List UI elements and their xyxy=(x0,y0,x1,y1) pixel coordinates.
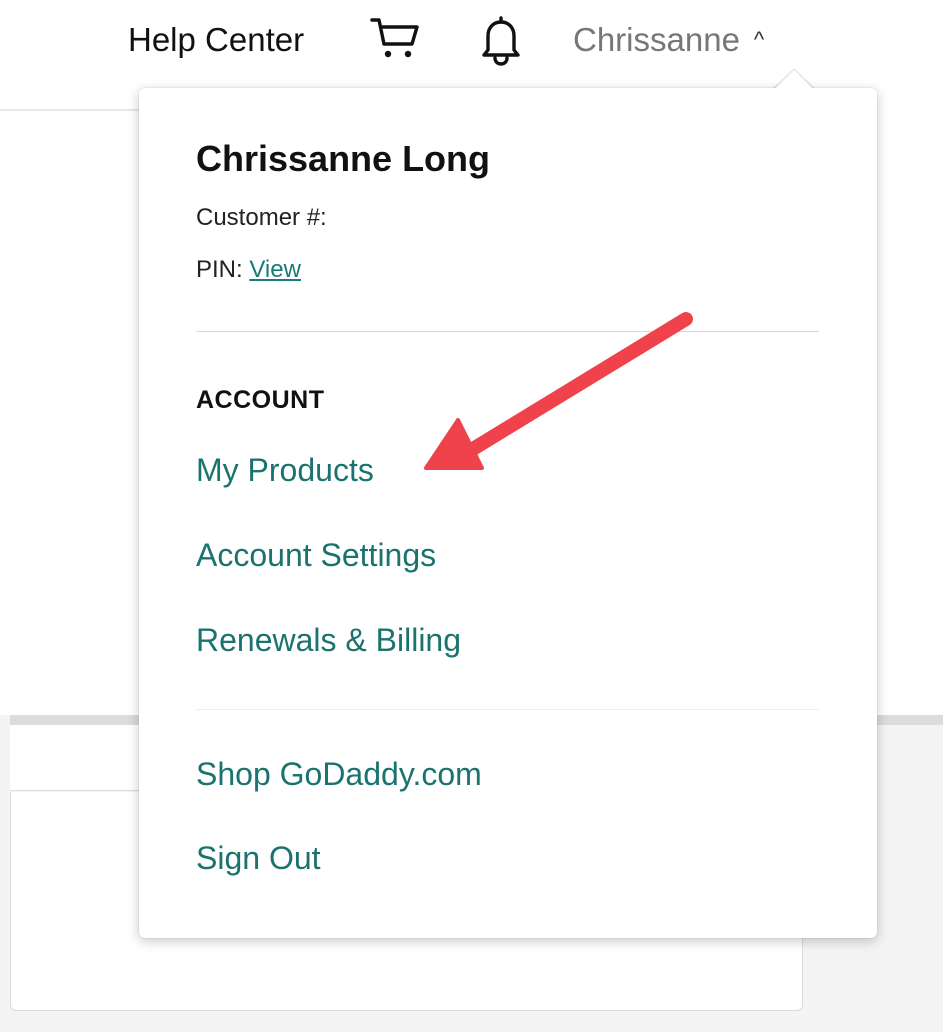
user-menu-toggle[interactable]: Chrissanne ^ xyxy=(573,14,764,66)
sign-out-link[interactable]: Sign Out xyxy=(196,840,321,877)
content-row xyxy=(10,725,150,791)
menu-divider xyxy=(196,331,819,332)
help-center-link[interactable]: Help Center xyxy=(128,14,304,66)
page: Help Center Chrissanne ^ Chrissanne Long… xyxy=(0,0,943,1032)
account-section-heading: ACCOUNT xyxy=(196,386,325,414)
account-settings-link[interactable]: Account Settings xyxy=(196,537,436,574)
shop-godaddy-link[interactable]: Shop GoDaddy.com xyxy=(196,756,482,793)
pin-row: PIN: View xyxy=(196,256,301,284)
bell-icon[interactable] xyxy=(478,14,530,66)
pin-view-link[interactable]: View xyxy=(249,256,301,283)
shopping-cart-icon[interactable] xyxy=(370,14,426,66)
bell-icon xyxy=(482,16,520,66)
user-name-label: Chrissanne xyxy=(573,21,740,58)
pin-label: PIN: xyxy=(196,256,243,283)
shopping-cart-icon xyxy=(370,18,419,58)
customer-number: Customer #: xyxy=(196,204,327,231)
chevron-up-icon: ^ xyxy=(753,27,765,52)
my-products-link[interactable]: My Products xyxy=(196,452,374,489)
account-dropdown-menu: Chrissanne Long Customer #: PIN: View AC… xyxy=(139,88,877,938)
header-divider xyxy=(0,109,160,111)
menu-notch xyxy=(774,70,814,90)
account-full-name: Chrissanne Long xyxy=(196,138,491,179)
renewals-billing-link[interactable]: Renewals & Billing xyxy=(196,622,461,659)
menu-divider xyxy=(196,709,819,710)
